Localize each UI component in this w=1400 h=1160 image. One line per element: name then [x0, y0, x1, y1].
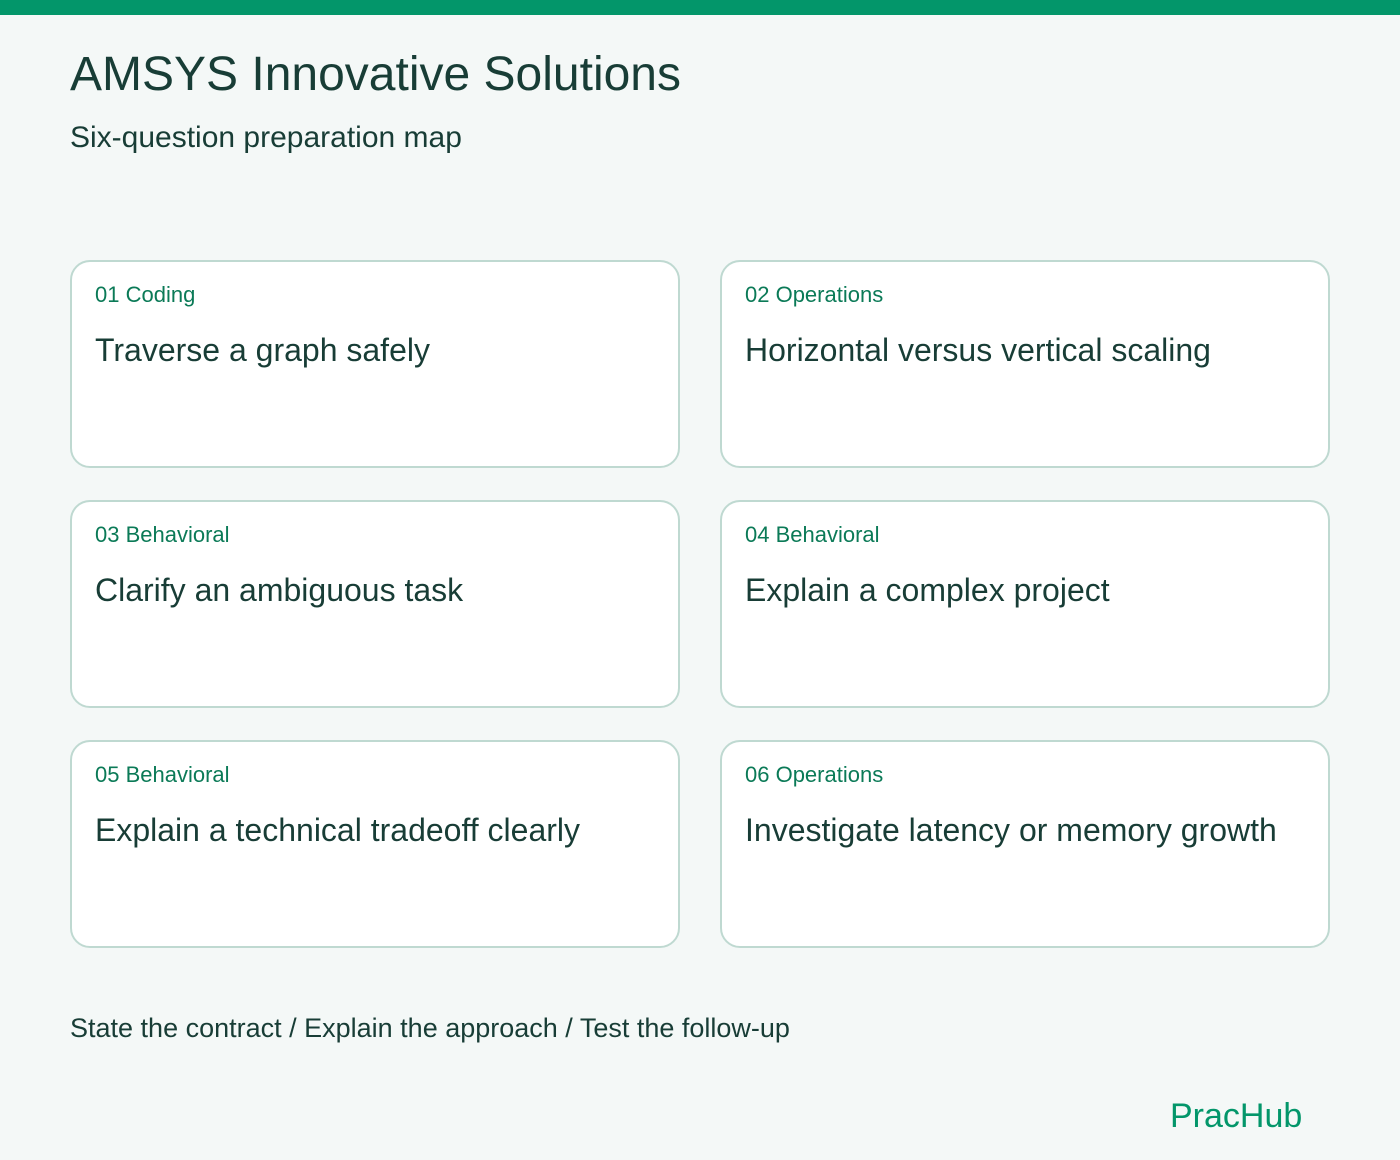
card-tag: 03 Behavioral — [95, 522, 230, 547]
card-tag: 04 Behavioral — [745, 522, 880, 547]
question-card-operations-latency[interactable]: 06 Operations Investigate latency or mem… — [720, 740, 1330, 948]
card-title: Explain a technical tradeoff clearly — [95, 812, 581, 848]
card-title: Clarify an ambiguous task — [95, 572, 464, 608]
page-subtitle: Six-question preparation map — [70, 121, 462, 154]
card-tag: 01 Coding — [95, 282, 196, 307]
card-title: Investigate latency or memory growth — [745, 812, 1277, 848]
card-tag: 06 Operations — [745, 762, 884, 787]
card-tag: 05 Behavioral — [95, 762, 230, 787]
question-card-operations-scaling[interactable]: 02 Operations Horizontal versus vertical… — [720, 260, 1330, 468]
card-tag: 02 Operations — [745, 282, 884, 307]
question-card-grid: 01 Coding Traverse a graph safely 02 Ope… — [70, 260, 1330, 948]
question-card-behavioral-ambiguous[interactable]: 03 Behavioral Clarify an ambiguous task — [70, 500, 680, 708]
approach-steps-note: State the contract / Explain the approac… — [70, 1013, 790, 1043]
card-title: Traverse a graph safely — [95, 332, 430, 368]
card-title: Explain a complex project — [745, 572, 1110, 608]
question-card-behavioral-tradeoff[interactable]: 05 Behavioral Explain a technical tradeo… — [70, 740, 680, 948]
card-title: Horizontal versus vertical scaling — [745, 332, 1211, 368]
question-card-behavioral-project[interactable]: 04 Behavioral Explain a complex project — [720, 500, 1330, 708]
page-title: AMSYS Innovative Solutions — [70, 48, 681, 101]
brand-logo-text: PracHub — [1170, 1097, 1303, 1135]
question-card-coding-graph[interactable]: 01 Coding Traverse a graph safely — [70, 260, 680, 468]
top-accent-bar — [0, 0, 1400, 15]
